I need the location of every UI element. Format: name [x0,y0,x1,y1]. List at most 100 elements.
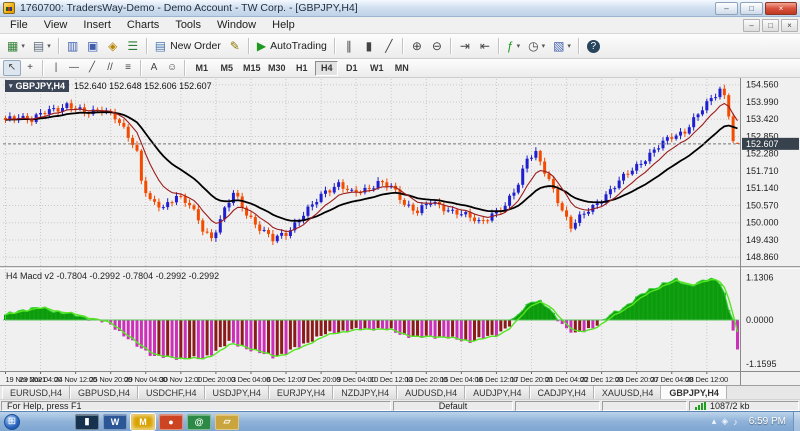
metaeditor-button[interactable]: ✎ [225,36,245,56]
zoom-in-button[interactable]: ⊕ [407,36,427,56]
chevron-down-icon: ▾ [21,42,25,50]
connection-traffic: 1087/2 kb [710,401,750,411]
chart-tab-cadjpy[interactable]: CADJPY,H4 [530,386,594,399]
time-axis-label: 7 Dec 20:00 [302,375,340,384]
toolbar-separator [498,38,500,54]
screen: 1760700: TradersWay-Demo - Demo Account … [0,0,800,431]
terminal-button[interactable]: ☰ [123,36,143,56]
chart-area[interactable]: 154.560153.990153.420152.850152.280151.7… [0,78,800,385]
taskbar-app-1[interactable]: ▮ [75,414,99,430]
chart-tab-nzdjpy[interactable]: NZDJPY,H4 [333,386,397,399]
auto-scroll-button[interactable]: ⇥ [455,36,475,56]
taskbar-app-3[interactable]: M [131,414,155,430]
new-order-button[interactable]: ▤New Order [151,36,225,56]
community-help-icon: ? [587,40,600,53]
community-help-button[interactable]: ? [583,36,604,56]
chart-tab-eurjpy[interactable]: EURJPY,H4 [269,386,333,399]
minimize-button[interactable]: – [715,2,738,15]
start-button[interactable]: ⊞ [4,414,20,430]
horizontal-line-button[interactable]: — [65,60,83,76]
timeframe-mn-button[interactable]: MN [390,61,413,76]
timeframe-m30-button[interactable]: M30 [265,61,288,76]
timeframe-h4-button[interactable]: H4 [315,61,338,76]
taskbar-clock[interactable]: 6:59 PM [742,416,793,427]
close-button[interactable]: × [765,2,797,15]
data-window-icon: ▣ [87,40,98,52]
menu-file[interactable]: File [2,18,36,32]
symbol-chip[interactable]: ▾ GBPJPY,H4 [5,80,69,92]
price-scale-label: 150.570 [746,200,779,210]
chart-tab-usdchf[interactable]: USDCHF,H4 [138,386,205,399]
timeframe-h1-button[interactable]: H1 [290,61,313,76]
price-scale-label: 151.140 [746,183,779,193]
tray-status-icon[interactable]: ◈ [721,416,728,427]
chart-tab-gbpusd[interactable]: GBPUSD,H4 [70,386,138,399]
zoom-out-button[interactable]: ⊖ [427,36,447,56]
child-close-button[interactable]: × [781,19,798,32]
menu-tools[interactable]: Tools [167,18,209,32]
show-desktop-button[interactable] [793,412,800,431]
taskbar-app-6[interactable]: ▱ [215,414,239,430]
tray-chevron-icon[interactable]: ▴ [712,416,717,427]
fibonacci-button[interactable]: ≡ [119,60,137,76]
child-minimize-button[interactable]: – [743,19,760,32]
navigator-icon: ◈ [108,40,117,52]
menu-charts[interactable]: Charts [119,18,167,32]
cursor-button[interactable]: ↖ [3,60,21,76]
fibonacci-icon: ≡ [125,63,131,73]
navigator-button[interactable]: ◈ [103,36,123,56]
tray-volume-icon[interactable]: ♪ [733,417,738,427]
timeframe-m1-button[interactable]: M1 [190,61,213,76]
menu-window[interactable]: Window [209,18,264,32]
chart-candles-button[interactable]: ▮ [359,36,379,56]
chart-shift-button[interactable]: ⇤ [475,36,495,56]
data-window-button[interactable]: ▣ [83,36,103,56]
chart-line-button[interactable]: ╱ [379,36,399,56]
taskbar-apps: ▮WM●@▱ [75,414,239,430]
indicator-scale-label: -1.1595 [746,359,777,369]
vertical-line-button[interactable]: | [47,60,65,76]
text-label-button[interactable]: A [145,60,163,76]
standard-toolbar: ▦▾▤▾ ▥ ▣ ◈ ☰ ▤New Order✎ ▶AutoTrading ∥▮ ╱ ⊕⊖ ⇥⇤ ƒ▾… [0,34,800,59]
autotrading-button[interactable]: ▶AutoTrading [253,36,331,56]
crosshair-button[interactable]: + [21,60,39,76]
new-chart-button[interactable]: ▦▾ [3,36,29,56]
chevron-down-icon: ▾ [9,82,13,90]
indicators-button[interactable]: ƒ▾ [503,36,524,56]
chart-canvas[interactable]: 154.560153.990153.420152.850152.280151.7… [0,78,800,385]
profiles-button[interactable]: ▤▾ [29,36,55,56]
chart-tab-audjpy[interactable]: AUDJPY,H4 [465,386,529,399]
trendline-button[interactable]: ╱ [83,60,101,76]
menu-insert[interactable]: Insert [75,18,119,32]
taskbar-app-5[interactable]: @ [187,414,211,430]
arrow-objects-button[interactable]: ☺ [163,60,181,76]
status-template[interactable]: Default [393,401,513,411]
chart-tab-audusd[interactable]: AUDUSD,H4 [397,386,465,399]
maximize-button[interactable]: □ [740,2,763,15]
periods-button[interactable]: ◷▾ [524,36,549,56]
chart-tab-gbpjpy[interactable]: GBPJPY,H4 [661,386,727,399]
market-watch-button[interactable]: ▥ [63,36,83,56]
chart-bars-button[interactable]: ∥ [339,36,359,56]
timeframe-m15-button[interactable]: M15 [240,61,263,76]
templates-button[interactable]: ▧▾ [549,36,575,56]
timeframe-w1-button[interactable]: W1 [365,61,388,76]
chart-info: ▾ GBPJPY,H4 152.640 152.648 152.606 152.… [5,80,212,92]
terminal-icon: ☰ [127,40,138,52]
menu-items: FileViewInsertChartsToolsWindowHelp [2,18,303,32]
chart-line-icon: ╱ [385,40,392,52]
time-axis-label: 28 Dec 12:00 [686,375,728,384]
menu-view[interactable]: View [36,18,76,32]
indicator-label: H4 Macd v2 -0.7804 -0.2992 -0.7804 -0.29… [6,271,219,281]
chart-tabs-bar: EURUSD,H4GBPUSD,H4USDCHF,H4USDJPY,H4EURJ… [0,385,800,399]
timeframe-d1-button[interactable]: D1 [340,61,363,76]
child-restore-button[interactable]: □ [762,19,779,32]
menu-help[interactable]: Help [264,18,303,32]
timeframe-m5-button[interactable]: M5 [215,61,238,76]
taskbar-app-2[interactable]: W [103,414,127,430]
chart-tab-xauusd[interactable]: XAUUSD,H4 [594,386,662,399]
chart-tab-eurusd[interactable]: EURUSD,H4 [2,386,70,399]
taskbar-app-4[interactable]: ● [159,414,183,430]
equidistant-channel-button[interactable]: // [101,60,119,76]
chart-tab-usdjpy[interactable]: USDJPY,H4 [205,386,269,399]
